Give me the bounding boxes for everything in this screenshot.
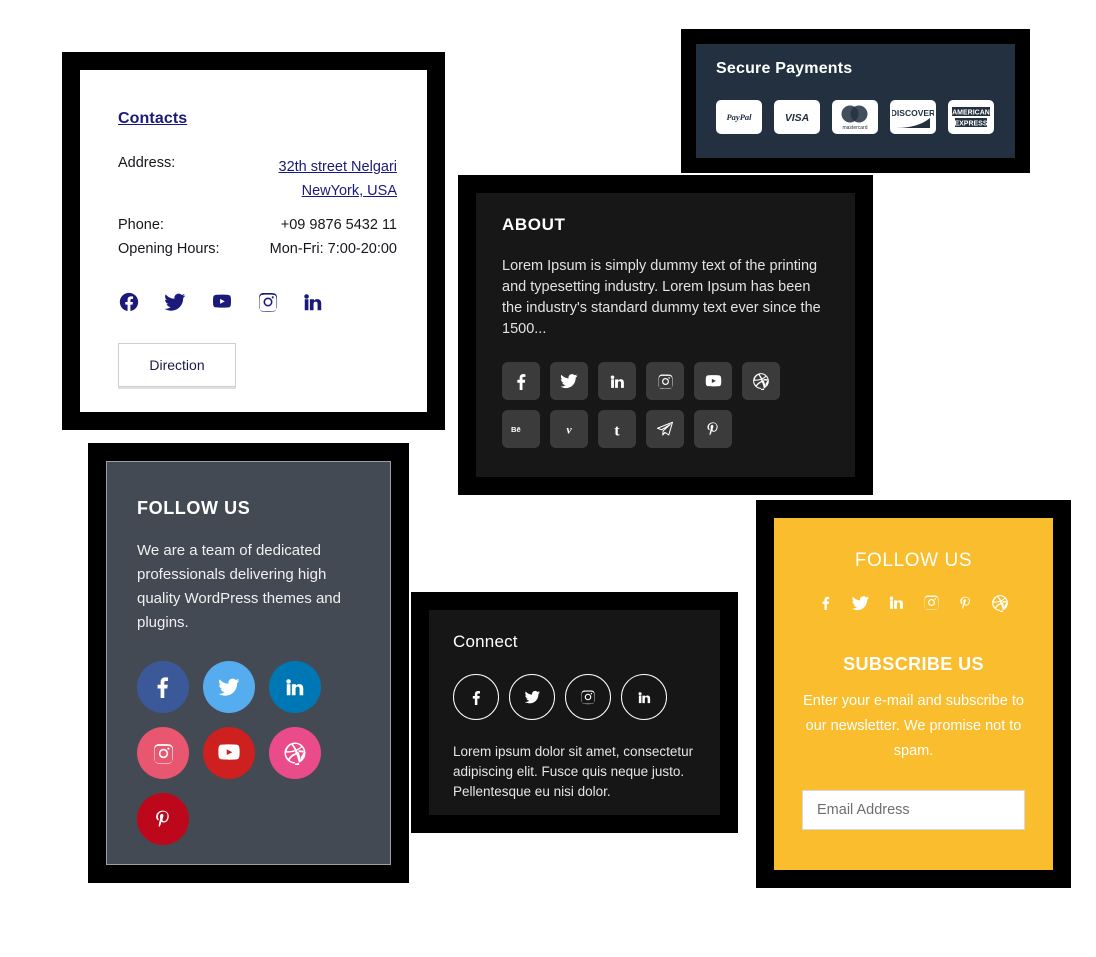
- youtube-icon[interactable]: [694, 362, 732, 400]
- contacts-social-links: [118, 291, 397, 313]
- dribbble-icon[interactable]: [269, 727, 321, 779]
- svg-text:v: v: [566, 423, 572, 437]
- phone-value: +09 9876 5432 11: [280, 217, 397, 233]
- subscribe-follow-us-title: FOLLOW US: [854, 550, 973, 571]
- linkedin-icon[interactable]: [302, 291, 324, 313]
- about-panel: ABOUT Lorem Ipsum is simply dummy text o…: [476, 193, 855, 477]
- instagram-icon[interactable]: [565, 674, 611, 720]
- instagram-icon[interactable]: [923, 594, 940, 612]
- paypal-logo[interactable]: PayPal: [716, 100, 762, 134]
- about-text: Lorem Ipsum is simply dummy text of the …: [502, 258, 821, 337]
- mastercard-logo[interactable]: mastercard: [832, 100, 878, 134]
- follow-us-social-row-1: [137, 661, 360, 713]
- subscribe-card: FOLLOW US SUBSCRIBE US Enter your e-mail…: [756, 500, 1071, 888]
- pinterest-icon[interactable]: [694, 410, 732, 448]
- linkedin-icon[interactable]: [888, 594, 905, 612]
- subscribe-us-title: SUBSCRIBE US: [843, 654, 984, 674]
- vimeo-icon[interactable]: v: [550, 410, 588, 448]
- facebook-icon[interactable]: [819, 594, 833, 612]
- instagram-icon[interactable]: [137, 727, 189, 779]
- address-line1-link[interactable]: 32th street Nelgari: [279, 155, 397, 179]
- follow-us-social-row-2: [137, 727, 360, 779]
- connect-text: Lorem ipsum dolor sit amet, consectetur …: [453, 744, 694, 799]
- phone-row: Phone: +09 9876 5432 11: [118, 217, 397, 233]
- subscribe-social-links: [802, 594, 1025, 612]
- pinterest-icon[interactable]: [958, 594, 973, 612]
- facebook-icon[interactable]: [137, 661, 189, 713]
- twitter-icon[interactable]: [550, 362, 588, 400]
- twitter-icon[interactable]: [203, 661, 255, 713]
- opening-hours-label: Opening Hours:: [118, 241, 220, 257]
- svg-text:t: t: [614, 421, 620, 438]
- follow-us-card: FOLLOW US We are a team of dedicated pro…: [88, 443, 409, 883]
- secure-payments-card: Secure Payments PayPal VISA mastercard D…: [681, 29, 1030, 173]
- opening-hours-row: Opening Hours: Mon-Fri: 7:00-20:00: [118, 241, 397, 257]
- secure-payments-title: Secure Payments: [716, 60, 853, 77]
- twitter-icon[interactable]: [851, 594, 870, 612]
- behance-icon[interactable]: Bē: [502, 410, 540, 448]
- connect-panel: Connect Lorem ipsum dolor sit amet, cons…: [429, 610, 720, 815]
- follow-us-social-links: [137, 661, 360, 845]
- contacts-title: Contacts: [118, 110, 188, 127]
- linkedin-icon[interactable]: [621, 674, 667, 720]
- discover-logo[interactable]: DISCOVER: [890, 100, 936, 134]
- about-social-row-1: [502, 362, 829, 400]
- direction-button[interactable]: Direction: [118, 343, 236, 387]
- opening-hours-value: Mon-Fri: 7:00-20:00: [269, 241, 397, 257]
- contacts-card: Contacts Address: 32th street Nelgari Ne…: [62, 52, 445, 430]
- youtube-icon[interactable]: [203, 727, 255, 779]
- contacts-panel: Contacts Address: 32th street Nelgari Ne…: [80, 70, 427, 412]
- instagram-icon[interactable]: [646, 362, 684, 400]
- youtube-icon[interactable]: [210, 291, 234, 313]
- dribbble-icon[interactable]: [742, 362, 780, 400]
- svg-text:mastercard: mastercard: [842, 125, 867, 131]
- address-row: Address: 32th street Nelgari NewYork, US…: [118, 155, 397, 203]
- address-label: Address:: [118, 155, 176, 171]
- svg-text:VISA: VISA: [785, 113, 809, 124]
- facebook-icon[interactable]: [118, 291, 140, 313]
- subscribe-panel: FOLLOW US SUBSCRIBE US Enter your e-mail…: [774, 518, 1053, 870]
- connect-social-links: [453, 674, 696, 720]
- tumblr-icon[interactable]: t: [598, 410, 636, 448]
- telegram-icon[interactable]: [646, 410, 684, 448]
- address-line2-link[interactable]: NewYork, USA: [279, 179, 397, 203]
- twitter-icon[interactable]: [163, 291, 187, 313]
- svg-text:EXPRESS: EXPRESS: [954, 121, 987, 128]
- follow-us-social-row-3: [137, 793, 360, 845]
- amex-logo[interactable]: AMERICAN EXPRESS: [948, 100, 994, 134]
- svg-text:AMERICAN: AMERICAN: [952, 110, 990, 117]
- follow-us-text: We are a team of dedicated professionals…: [137, 542, 341, 631]
- follow-us-title: FOLLOW US: [137, 498, 251, 518]
- connect-card: Connect Lorem ipsum dolor sit amet, cons…: [411, 592, 738, 833]
- phone-label: Phone:: [118, 217, 164, 233]
- linkedin-icon[interactable]: [598, 362, 636, 400]
- about-social-links: Bē v t: [502, 362, 829, 448]
- about-title: ABOUT: [502, 215, 566, 234]
- dribbble-icon[interactable]: [991, 594, 1009, 612]
- svg-text:PayPal: PayPal: [726, 112, 752, 122]
- email-input[interactable]: [802, 790, 1025, 830]
- facebook-icon[interactable]: [502, 362, 540, 400]
- connect-title: Connect: [453, 632, 518, 651]
- subscribe-description: Enter your e-mail and subscribe to our n…: [803, 693, 1024, 759]
- address-value: 32th street Nelgari NewYork, USA: [279, 155, 397, 203]
- follow-us-panel: FOLLOW US We are a team of dedicated pro…: [106, 461, 391, 865]
- svg-text:DISCOVER: DISCOVER: [892, 108, 934, 118]
- twitter-icon[interactable]: [509, 674, 555, 720]
- svg-text:Bē: Bē: [511, 425, 521, 434]
- instagram-icon[interactable]: [257, 291, 279, 313]
- pinterest-icon[interactable]: [137, 793, 189, 845]
- secure-payments-panel: Secure Payments PayPal VISA mastercard D…: [696, 44, 1015, 158]
- about-card: ABOUT Lorem Ipsum is simply dummy text o…: [458, 175, 873, 495]
- visa-logo[interactable]: VISA: [774, 100, 820, 134]
- about-social-row-2: Bē v t: [502, 410, 829, 448]
- facebook-icon[interactable]: [453, 674, 499, 720]
- linkedin-icon[interactable]: [269, 661, 321, 713]
- payment-methods-list: PayPal VISA mastercard DISCOVER AMERICAN…: [716, 100, 995, 134]
